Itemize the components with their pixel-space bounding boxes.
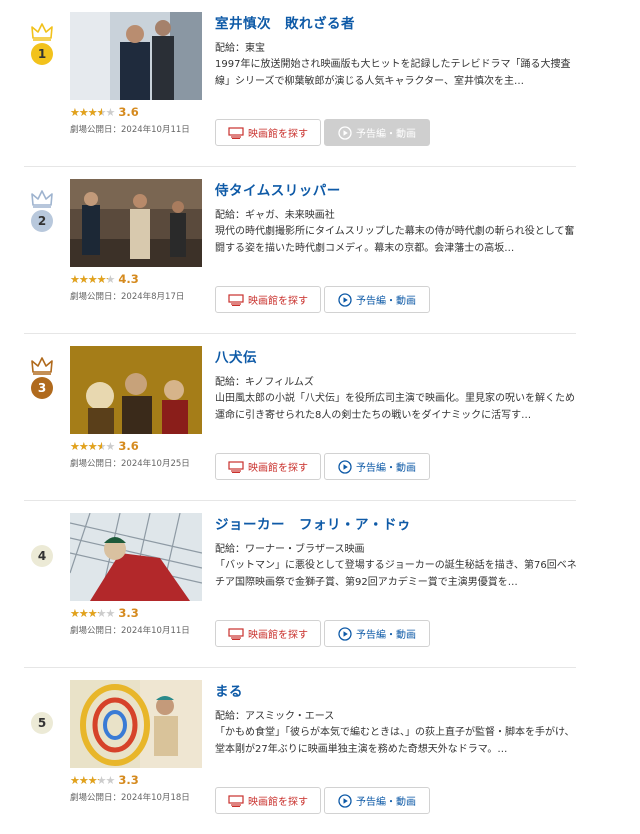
distributor: 配給：東宝 (215, 43, 265, 54)
movie-poster[interactable] (70, 346, 202, 434)
trailer-label: 予告編・動画 (356, 463, 416, 474)
play-icon (338, 125, 352, 140)
movie-description: 現代の時代劇撮影所にタイムスリップした幕末の侍が時代劇の斬られ役として奮闘する姿… (215, 226, 575, 255)
trailer-button[interactable]: 予告編・動画 (324, 119, 430, 146)
rating-stars: ★★★★★★★★★★ (70, 773, 115, 787)
theater-icon (228, 126, 244, 139)
rating-stars: ★★★★★★★★★★ (70, 272, 115, 286)
movie-title[interactable]: ジョーカー フォリ・ア・ドゥ (215, 513, 411, 533)
distributor: 配給：ギャガ、未来映画社 (215, 210, 335, 221)
trailer-button[interactable]: 予告編・動画 (324, 620, 430, 647)
find-theater-button[interactable]: 映画館を探す (215, 453, 321, 480)
theater-icon (228, 293, 244, 306)
movie-poster[interactable] (70, 680, 202, 768)
movie-poster[interactable] (70, 513, 202, 601)
rating-score: 3.6 (118, 439, 139, 453)
rank-number: 5 (31, 712, 53, 734)
theater-icon (228, 460, 244, 473)
rating: ★★★★★★★★★★ 3.3 (70, 772, 139, 788)
movie-description: 「バットマン」に悪役として登場するジョーカーの誕生秘話を描き、第76回ベネチア国… (215, 560, 577, 589)
ranking-item: 1 ★★★★★★★★★★ 3.6 劇場公開日：2024年10月11日 室井慎次 … (24, 0, 576, 167)
find-theater-label: 映画館を探す (248, 296, 308, 307)
rating-score: 3.6 (118, 105, 139, 119)
release-date: 劇場公開日：2024年10月11日 (70, 125, 190, 135)
rating: ★★★★★★★★★★ 3.6 (70, 104, 139, 120)
release-date: 劇場公開日：2024年10月25日 (70, 459, 190, 469)
movie-description: 1997年に放送開始され映画版も大ヒットを記録したテレビドラマ「踊る大捜査線」シ… (215, 59, 571, 88)
find-theater-button[interactable]: 映画館を探す (215, 119, 321, 146)
find-theater-label: 映画館を探す (248, 129, 308, 140)
rating: ★★★★★★★★★★ 4.3 (70, 271, 139, 287)
ranking-item: 3 ★★★★★★★★★★ 3.6 劇場公開日：2024年10月25日 八犬伝 配… (24, 334, 576, 501)
trailer-label: 予告編・動画 (356, 296, 416, 307)
movie-description: 「かもめ食堂」「彼らが本気で編むときは、」の荻上直子が監督・脚本を手がけ、堂本剛… (215, 727, 575, 756)
crown-icon (31, 357, 53, 375)
movie-description: 山田風太郎の小説「八犬伝」を役所広司主演で映画化。里見家の呪いを解くため運命に引… (215, 393, 575, 422)
rating-stars: ★★★★★★★★★★ (70, 606, 115, 620)
rating: ★★★★★★★★★★ 3.6 (70, 438, 139, 454)
movie-title[interactable]: 侍タイムスリッパー (215, 179, 341, 199)
rating: ★★★★★★★★★★ 3.3 (70, 605, 139, 621)
ranking-item: 2 ★★★★★★★★★★ 4.3 劇場公開日：2024年8月17日 侍タイムスリ… (24, 167, 576, 334)
ranking-list: 1 ★★★★★★★★★★ 3.6 劇場公開日：2024年10月11日 室井慎次 … (0, 0, 640, 834)
crown-icon (31, 23, 53, 41)
rank-number: 2 (31, 210, 53, 232)
ranking-item: 4 ★★★★★★★★★★ 3.3 劇場公開日：2024年10月11日 ジョーカー… (24, 501, 577, 668)
play-icon (338, 459, 352, 474)
movie-poster[interactable] (70, 12, 202, 100)
theater-icon (228, 627, 244, 640)
find-theater-label: 映画館を探す (248, 797, 308, 808)
trailer-button[interactable]: 予告編・動画 (324, 286, 430, 313)
find-theater-label: 映画館を探す (248, 630, 308, 641)
find-theater-label: 映画館を探す (248, 463, 308, 474)
find-theater-button[interactable]: 映画館を探す (215, 787, 321, 814)
play-icon (338, 793, 352, 808)
rating-stars: ★★★★★★★★★★ (70, 105, 115, 119)
find-theater-button[interactable]: 映画館を探す (215, 620, 321, 647)
play-icon (338, 626, 352, 641)
trailer-label: 予告編・動画 (356, 797, 416, 808)
distributor: 配給：ワーナー・ブラザース映画 (215, 544, 365, 555)
release-date: 劇場公開日：2024年8月17日 (70, 292, 185, 302)
rank-number: 4 (31, 545, 53, 567)
movie-poster[interactable] (70, 179, 202, 267)
rating-score: 4.3 (118, 272, 139, 286)
movie-title[interactable]: まる (215, 680, 243, 700)
release-date: 劇場公開日：2024年10月11日 (70, 626, 190, 636)
movie-title[interactable]: 室井慎次 敗れざる者 (215, 12, 355, 32)
distributor: 配給：アスミック・エース (215, 711, 335, 722)
rating-score: 3.3 (118, 773, 139, 787)
rating-score: 3.3 (118, 606, 139, 620)
distributor: 配給：キノフィルムズ (215, 377, 314, 388)
play-icon (338, 292, 352, 307)
rank-number: 3 (31, 377, 53, 399)
trailer-button[interactable]: 予告編・動画 (324, 453, 430, 480)
rating-stars: ★★★★★★★★★★ (70, 439, 115, 453)
ranking-item: 5 ★★★★★★★★★★ 3.3 劇場公開日：2024年10月18日 まる 配給… (24, 668, 576, 834)
rank-number: 1 (31, 43, 53, 65)
release-date: 劇場公開日：2024年10月18日 (70, 793, 190, 803)
trailer-button[interactable]: 予告編・動画 (324, 787, 430, 814)
find-theater-button[interactable]: 映画館を探す (215, 286, 321, 313)
crown-icon (31, 190, 53, 208)
trailer-label: 予告編・動画 (356, 630, 416, 641)
theater-icon (228, 794, 244, 807)
trailer-label: 予告編・動画 (356, 129, 416, 140)
movie-title[interactable]: 八犬伝 (215, 346, 257, 366)
